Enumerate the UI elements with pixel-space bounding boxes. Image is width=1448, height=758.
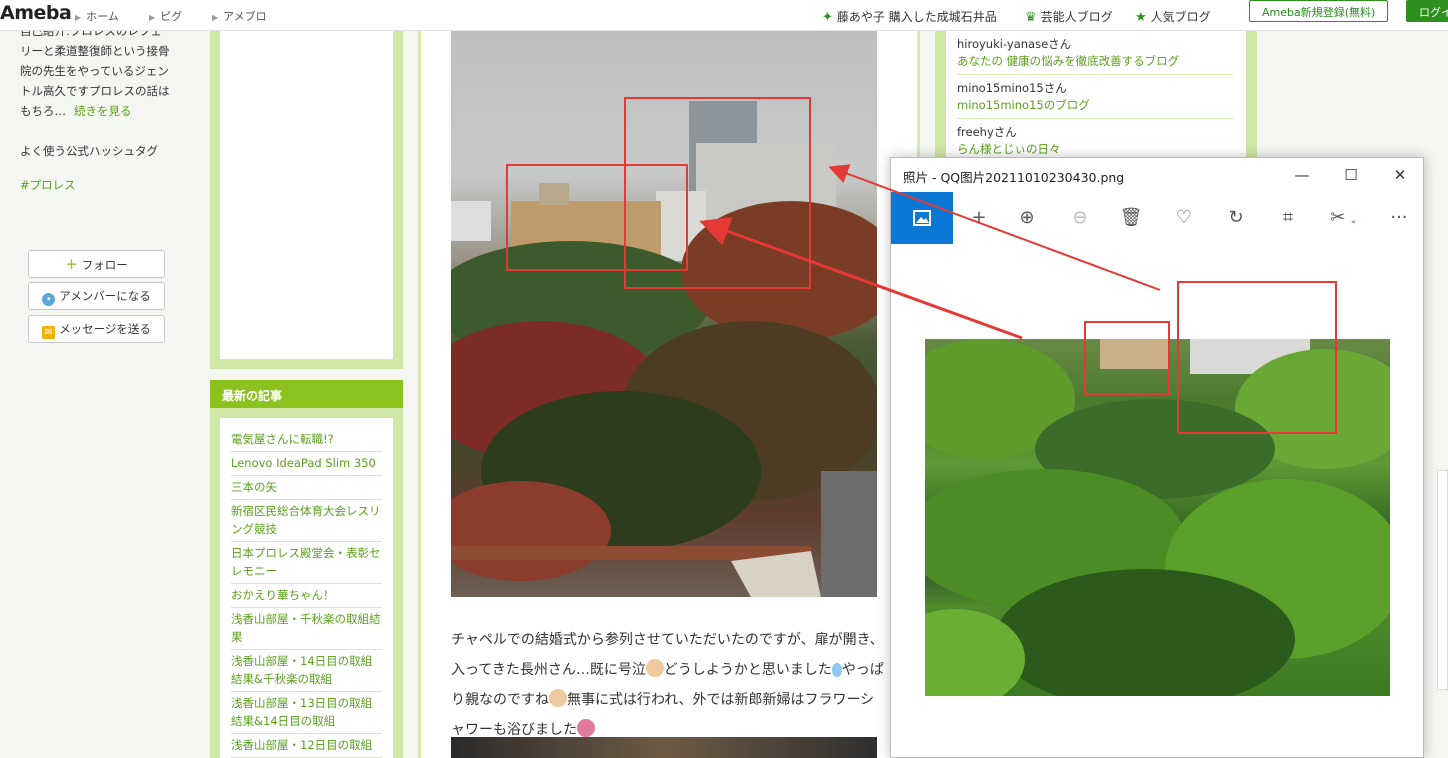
hashtag-label: よく使う公式ハッシュタグ bbox=[20, 144, 158, 158]
follow-button[interactable]: + フォロー bbox=[28, 250, 165, 278]
article-photo-2[interactable] bbox=[451, 737, 877, 758]
reader-item[interactable]: hiroyuki-yanaseさん あなたの 健康の悩みを徹底改善するブログ bbox=[957, 31, 1233, 75]
list-item[interactable]: 電気屋さんに転職!? bbox=[231, 428, 382, 452]
edit-icon[interactable]: ✂ ⌄ bbox=[1314, 192, 1374, 244]
chevron-down-icon: ⌄ bbox=[1349, 215, 1358, 226]
list-item[interactable]: 浅香山部屋・14日目の取組結果&千秋楽の取組 bbox=[231, 650, 382, 692]
zoom-in-icon[interactable]: ⊕ bbox=[1001, 192, 1053, 244]
rotate-icon[interactable]: ↻ bbox=[1210, 192, 1262, 244]
close-button[interactable]: ✕ bbox=[1380, 163, 1420, 187]
ameba-logo[interactable]: Ameba bbox=[0, 2, 72, 24]
annotation-boxes bbox=[506, 97, 811, 289]
star-icon: ★ bbox=[1135, 10, 1147, 25]
amember-button[interactable]: • アメンバーになる bbox=[28, 282, 165, 310]
login-button[interactable]: ログイ bbox=[1406, 0, 1448, 22]
recent-articles-box: 電気屋さんに転職!? Lenovo IdeaPad Slim 350 三本の矢 … bbox=[210, 408, 403, 758]
crown-icon: ♛ bbox=[1025, 10, 1037, 25]
register-button[interactable]: Ameba新規登録(無料) bbox=[1249, 0, 1389, 22]
minimize-button[interactable]: — bbox=[1282, 163, 1322, 187]
recent-articles-heading: 最新の記事 bbox=[210, 380, 403, 408]
profile-intro: 自己紹介:プロレスのレフェリーと柔道整復師という接骨院の先生をやっているジェント… bbox=[20, 24, 170, 118]
maximize-button[interactable]: ☐ bbox=[1331, 163, 1371, 187]
list-item[interactable]: 浅香山部屋・千秋楽の取組結果 bbox=[231, 608, 382, 650]
list-item[interactable]: Lenovo IdeaPad Slim 350 bbox=[231, 452, 382, 476]
profile-box bbox=[210, 31, 403, 369]
nav-home[interactable]: ▶ ホーム bbox=[75, 8, 119, 24]
celebrity-blog-link[interactable]: ♛ 芸能人ブログ bbox=[1025, 8, 1113, 25]
crop-icon[interactable]: ⌗ bbox=[1262, 192, 1314, 244]
list-item[interactable]: おかえり華ちゃん！ bbox=[231, 584, 382, 608]
article-photo[interactable] bbox=[451, 31, 877, 597]
chat-icon: • bbox=[42, 293, 56, 306]
list-item[interactable]: 浅香山部屋・13日目の取組結果&14日目の取組 bbox=[231, 692, 382, 734]
zoom-out-icon[interactable]: ⊖ bbox=[1054, 192, 1106, 244]
triangle-icon: ▶ bbox=[212, 13, 219, 22]
viewer-image bbox=[925, 339, 1390, 696]
bouquet-emoji-icon bbox=[577, 719, 595, 737]
side-tab[interactable] bbox=[1437, 470, 1448, 690]
green-garden-drawing bbox=[925, 339, 1390, 696]
list-item[interactable]: 三本の矢 bbox=[231, 476, 382, 500]
trending-link[interactable]: ✦ 藤あや子 購入した成城石井品 bbox=[822, 8, 997, 25]
read-more-link[interactable]: 続きを見る bbox=[74, 104, 132, 118]
message-button[interactable]: ✉ メッセージを送る bbox=[28, 315, 165, 343]
window-title: 照片 - QQ图片20211010230430.png bbox=[903, 170, 1125, 185]
top-bar: Ameba ▶ ホーム ▶ ピグ ▶ アメブロ ✦ 藤あや子 購入した成城石井品 ♛ 芸能… bbox=[0, 0, 1448, 31]
article-paragraph: チャペルでの結婚式から参列させていただいたのですが、扉が開き、入ってきた長州さん… bbox=[451, 632, 884, 738]
mail-icon: ✉ bbox=[42, 326, 56, 339]
list-item[interactable]: 浅香山部屋・12日目の取組 bbox=[231, 734, 382, 758]
plus-star-icon: ✦ bbox=[822, 10, 833, 25]
image-icon[interactable] bbox=[891, 192, 953, 244]
triangle-icon: ▶ bbox=[149, 13, 156, 22]
crying-emoji-icon bbox=[549, 689, 567, 707]
crying-emoji-icon bbox=[645, 659, 664, 677]
hashtag-link[interactable]: #プロレス bbox=[20, 177, 76, 193]
popular-blog-link[interactable]: ★ 人気ブログ bbox=[1135, 8, 1211, 25]
triangle-icon: ▶ bbox=[75, 13, 82, 22]
favorite-heart-icon[interactable]: ♡ bbox=[1158, 192, 1210, 244]
add-icon[interactable]: + bbox=[953, 192, 1005, 244]
sweat-emoji-icon bbox=[831, 663, 842, 677]
list-item[interactable]: 日本プロレス殿堂会・表彰セレモニー bbox=[231, 542, 382, 584]
nav-pigg[interactable]: ▶ ピグ bbox=[149, 8, 182, 24]
photos-viewer-window: 照片 - QQ图片20211010230430.png — ☐ ✕ + ⊕ ⊖ … bbox=[890, 157, 1424, 758]
viewer-toolbar: + ⊕ ⊖ 🗑 ♡ ↻ ⌗ ✂ ⌄ ··· bbox=[891, 192, 1423, 244]
reader-item[interactable]: mino15mino15さん mino15mino15のブログ bbox=[957, 75, 1233, 119]
more-icon[interactable]: ··· bbox=[1373, 192, 1425, 244]
delete-icon[interactable]: 🗑 bbox=[1105, 192, 1157, 244]
plus-icon: + bbox=[65, 255, 78, 273]
nav-ameblo[interactable]: ▶ アメブロ bbox=[212, 8, 267, 24]
list-item[interactable]: 新宿区民総合体育大会レスリング競技 bbox=[231, 500, 382, 542]
